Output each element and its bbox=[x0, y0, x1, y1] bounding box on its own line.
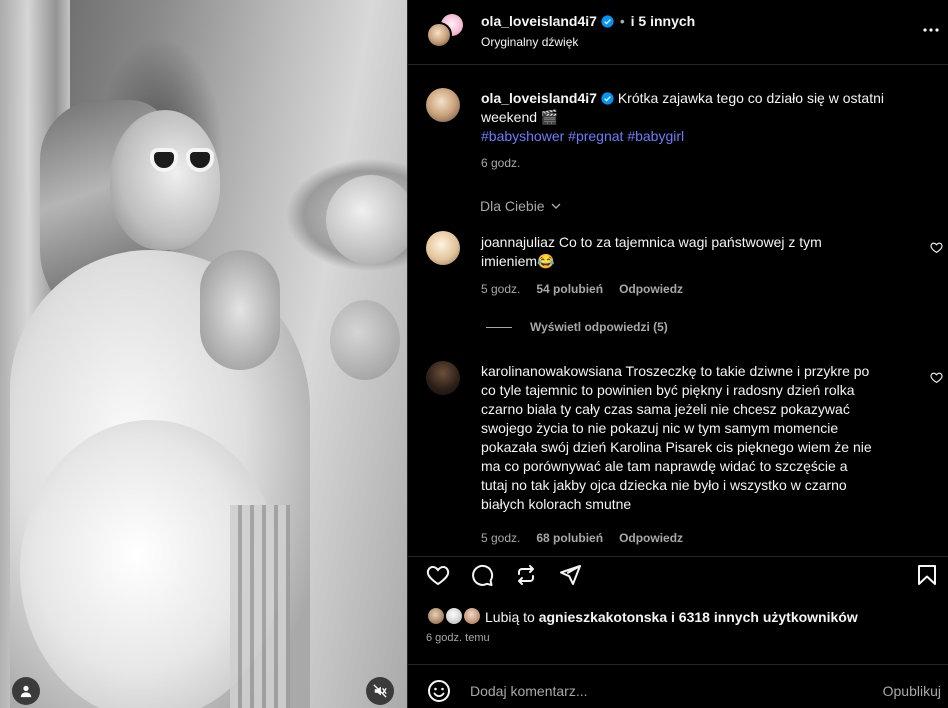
verified-badge-icon bbox=[601, 15, 614, 28]
user-tag-icon bbox=[20, 685, 32, 698]
comment-1-username[interactable]: joannajuliaz bbox=[481, 234, 555, 250]
verified-badge-icon bbox=[601, 92, 614, 105]
media-glasses bbox=[150, 148, 216, 172]
comment-1-meta: 5 godz. 54 polubień Odpowiedz bbox=[481, 282, 683, 296]
post-time: 6 godz. temu bbox=[426, 632, 490, 644]
view-replies[interactable]: Wyświetl odpowiedzi (5) bbox=[486, 320, 668, 334]
mute-button[interactable] bbox=[366, 677, 394, 705]
comment-2-text: Troszeczkę to takie dziwne i przykre po bbox=[625, 363, 870, 379]
caption-username[interactable]: ola_loveisland4i7 bbox=[481, 90, 597, 106]
comment-2-line: co tyle tajemnic to powinien być piękny … bbox=[481, 382, 855, 398]
comment-2-line: białych kolorach smutne bbox=[481, 496, 632, 512]
post-details-panel: ola_loveisland4i7 • i 5 innych Oryginaln… bbox=[407, 0, 948, 708]
header-title: ola_loveisland4i7 • i 5 innych bbox=[481, 13, 696, 29]
post-media[interactable] bbox=[0, 0, 407, 708]
likes-others[interactable]: i 6318 innych użytkowników bbox=[671, 609, 858, 625]
comment-2-line: ma co porównywać ale tam naprawdę widać … bbox=[481, 458, 848, 474]
comment-2-likes[interactable]: 68 polubień bbox=[536, 531, 603, 545]
comment-button[interactable] bbox=[470, 563, 498, 591]
instagram-post-view: ola_loveisland4i7 • i 5 innych Oryginaln… bbox=[0, 0, 948, 708]
bookmark-icon bbox=[918, 565, 936, 585]
muted-speaker-icon bbox=[373, 684, 387, 698]
comment-1-body: joannajuliaz Co to za tajemnica wagi pań… bbox=[481, 233, 901, 271]
likes-summary: Lubią to agnieszkakotonska i 6318 innych… bbox=[485, 609, 858, 625]
user-tag-button[interactable] bbox=[12, 677, 40, 705]
comment-1-text-rest: imieniem😂 bbox=[481, 253, 555, 269]
media-head bbox=[110, 110, 220, 250]
emoji-icon[interactable] bbox=[427, 679, 451, 703]
caption-text-line2: weekend 🎬 bbox=[481, 109, 559, 125]
comment-1-reply[interactable]: Odpowiedz bbox=[619, 282, 683, 296]
more-options-icon[interactable] bbox=[922, 27, 940, 33]
comment-avatar[interactable] bbox=[426, 231, 460, 265]
share-icon bbox=[560, 565, 581, 585]
media-balloon-2 bbox=[330, 300, 400, 380]
comment-composer: Dodaj komentarz... Opublikuj bbox=[408, 664, 948, 708]
save-button[interactable] bbox=[915, 563, 943, 591]
publish-button[interactable]: Opublikuj bbox=[883, 683, 941, 699]
comment-2-like-icon[interactable] bbox=[930, 371, 943, 384]
header-username[interactable]: ola_loveisland4i7 bbox=[481, 13, 597, 29]
comment-2-line: tutaj no tak jakby ojca dziecka nie było… bbox=[481, 477, 847, 493]
media-crib bbox=[230, 505, 290, 708]
share-button[interactable] bbox=[558, 563, 586, 591]
caption: ola_loveisland4i7 Krótka zajawka tego co… bbox=[481, 89, 931, 146]
comment-avatar[interactable] bbox=[426, 361, 460, 395]
heart-icon bbox=[426, 565, 450, 586]
repost-icon bbox=[518, 565, 534, 585]
liker-avatar[interactable] bbox=[444, 606, 464, 626]
replies-divider bbox=[486, 326, 512, 328]
media-balloon bbox=[326, 175, 407, 265]
comment-2-body: karolinanowakowsiana Troszeczkę to takie… bbox=[481, 362, 921, 514]
comment-2-username[interactable]: karolinanowakowsiana bbox=[481, 363, 622, 379]
caption-hashtags[interactable]: #babyshower #pregnat #babygirl bbox=[481, 128, 684, 144]
author-avatar[interactable] bbox=[426, 22, 452, 48]
comment-input[interactable]: Dodaj komentarz... bbox=[470, 683, 588, 699]
caption-text-line1: Krótka zajawka tego co działo się w osta… bbox=[617, 90, 884, 106]
audio-label[interactable]: Oryginalny dźwięk bbox=[481, 35, 578, 49]
comment-icon bbox=[472, 564, 494, 586]
comment-1-text: Co to za tajemnica wagi państwowej z tym bbox=[558, 234, 822, 250]
liker-avatar[interactable] bbox=[426, 606, 446, 626]
repost-button[interactable] bbox=[514, 563, 542, 591]
chevron-down-icon bbox=[551, 203, 561, 209]
comment-2-line: czarno biała ty cały czas sama jeżeli ni… bbox=[481, 401, 850, 417]
comment-1-likes[interactable]: 54 polubień bbox=[536, 282, 603, 296]
sort-dropdown[interactable]: Dla Ciebie bbox=[480, 198, 562, 214]
likes-user[interactable]: agnieszkakotonska bbox=[539, 609, 667, 625]
view-replies-label: Wyświetl odpowiedzi (5) bbox=[530, 320, 668, 334]
media-hands bbox=[200, 250, 280, 370]
sort-label: Dla Ciebie bbox=[480, 198, 545, 214]
post-header: ola_loveisland4i7 • i 5 innych Oryginaln… bbox=[408, 0, 948, 65]
comment-1-time: 5 godz. bbox=[481, 282, 521, 296]
comment-2-line: swojego życia to nie pokazuj nic w tym s… bbox=[481, 420, 839, 436]
comment-2-meta: 5 godz. 68 polubień Odpowiedz bbox=[481, 531, 683, 545]
comment-2-time: 5 godz. bbox=[481, 531, 521, 545]
caption-time: 6 godz. bbox=[481, 156, 521, 170]
action-bar bbox=[408, 556, 948, 598]
caption-avatar[interactable] bbox=[426, 88, 460, 122]
comment-2-line: pokazała swój dzień Karolina Pisarek cis… bbox=[481, 439, 872, 455]
likes-prefix: Lubią to bbox=[485, 609, 535, 625]
like-button[interactable] bbox=[426, 563, 454, 591]
header-collaborators[interactable]: i 5 innych bbox=[631, 13, 696, 29]
comment-2-reply[interactable]: Odpowiedz bbox=[619, 531, 683, 545]
comment-1-like-icon[interactable] bbox=[930, 241, 943, 254]
liker-avatar[interactable] bbox=[462, 606, 482, 626]
